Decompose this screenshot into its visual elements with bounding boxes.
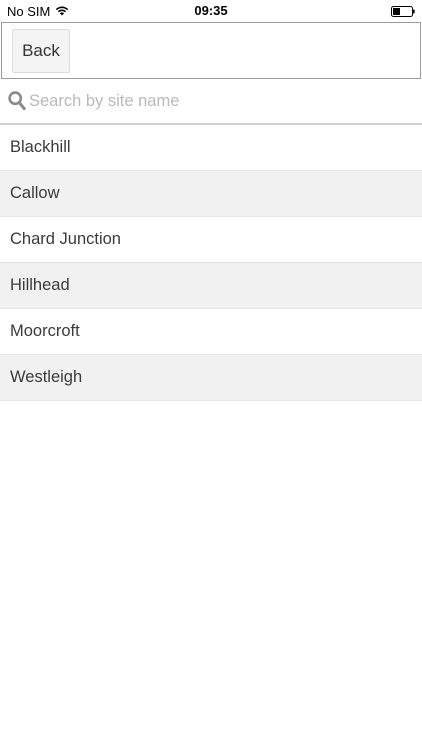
search-icon <box>8 91 26 111</box>
list-item[interactable]: Moorcroft <box>0 309 422 355</box>
list-item[interactable]: Hillhead <box>0 263 422 309</box>
search-input[interactable] <box>29 88 409 114</box>
site-list: Blackhill Callow Chard Junction Hillhead… <box>0 125 422 401</box>
list-item[interactable]: Westleigh <box>0 355 422 401</box>
header-bar: Back <box>1 22 421 79</box>
back-button[interactable]: Back <box>12 29 70 73</box>
search-bar <box>0 80 422 125</box>
battery-icon <box>391 5 415 17</box>
status-time: 09:35 <box>194 3 228 18</box>
list-item[interactable]: Blackhill <box>0 125 422 171</box>
status-bar: No SIM 09:35 <box>0 0 422 22</box>
list-item[interactable]: Callow <box>0 171 422 217</box>
list-item[interactable]: Chard Junction <box>0 217 422 263</box>
